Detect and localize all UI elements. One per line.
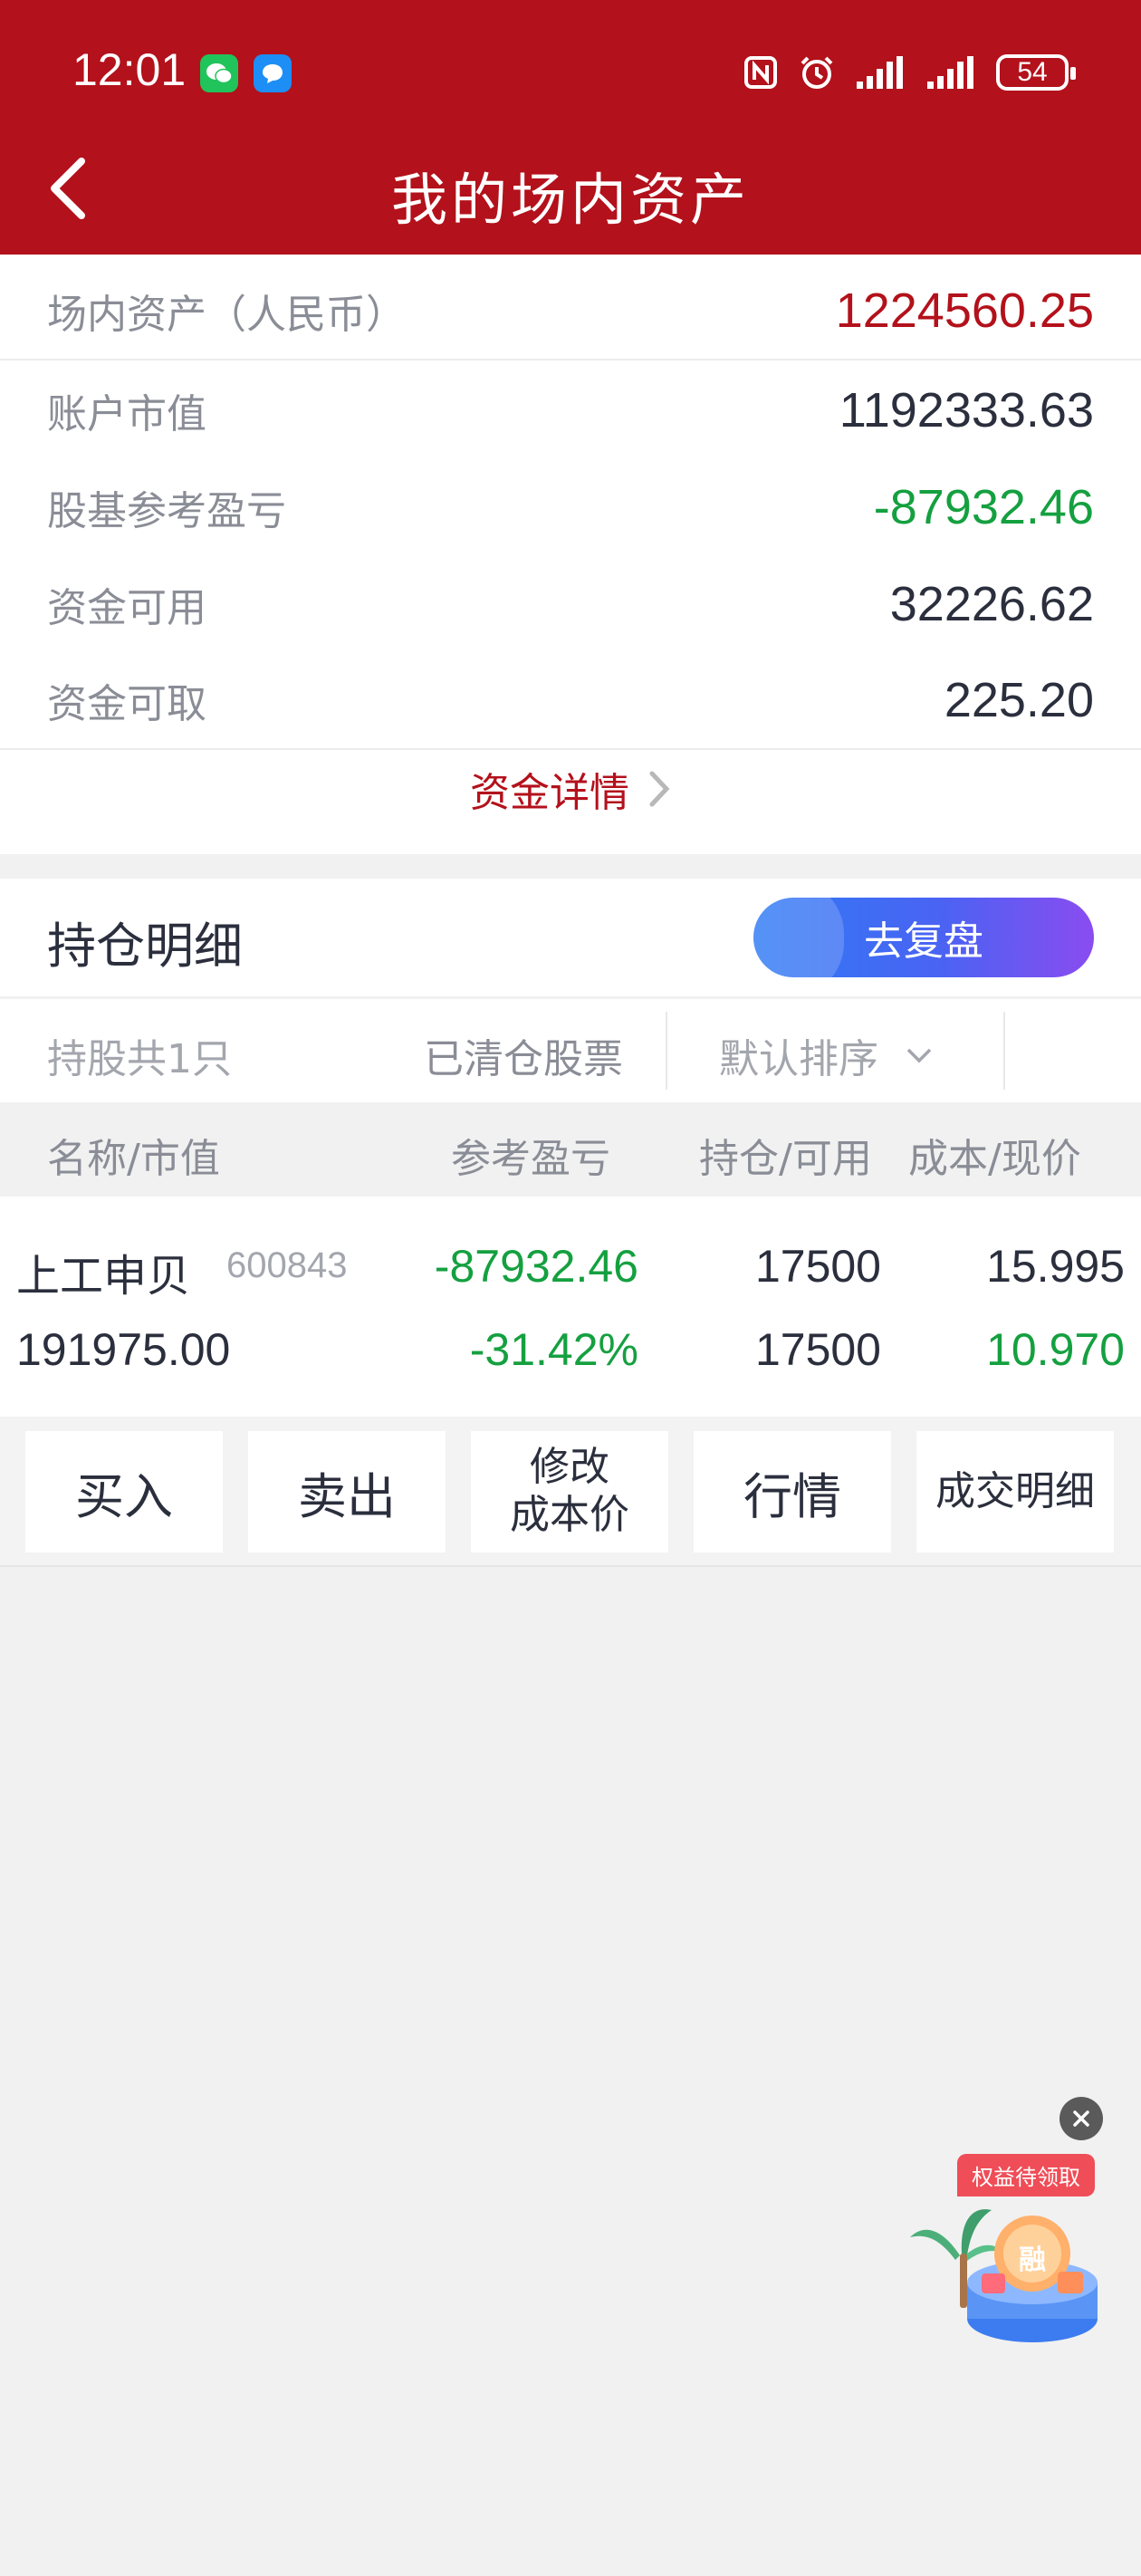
trade-detail-button[interactable]: 成交明细 [916,1431,1114,1552]
pnl-label: 股基参考盈亏 [47,488,286,534]
holdings-header: 持仓明细 去复盘 [0,879,1141,996]
holdings-table-header: 名称/市值 参考盈亏 持仓/可用 成本/现价 [0,1102,1141,1197]
battery-icon: 54 [996,54,1076,91]
market-value-row: 账户市值 1192333.63 [47,381,1094,439]
sort-dropdown[interactable]: 默认排序 [719,1026,933,1084]
column-header-cost: 成本/现价 [908,1136,1081,1182]
table-row[interactable]: 上工申贝 600843 191975.00 -87932.46 -31.42% … [0,1197,1141,1417]
withdrawable-funds-label: 资金可取 [47,681,206,727]
promo-widget[interactable]: 权益待领取 融 [906,2147,1114,2346]
stock-pnl: -87932.46 [434,1241,638,1292]
holdings-count: 持股共1只 [47,1036,232,1082]
quote-button[interactable]: 行情 [694,1431,891,1552]
column-header-pnl: 参考盈亏 [451,1136,610,1182]
market-value-label: 账户市值 [47,391,206,437]
fund-details-label: 资金详情 [470,770,629,816]
column-header-position: 持仓/可用 [699,1136,872,1182]
stock-actions: 买入 卖出 修改 成本价 行情 成交明细 [0,1417,1141,1567]
fund-details-link[interactable]: 资金详情 [0,748,1141,830]
pnl-value: -87932.46 [873,480,1094,534]
withdrawable-funds-value: 225.20 [944,673,1094,727]
sell-button[interactable]: 卖出 [248,1431,446,1552]
message-icon [254,54,292,92]
divider [0,359,1141,360]
signal-icon [857,56,903,89]
stock-pnl-percent: -31.42% [469,1324,638,1375]
status-icons: 54 [743,50,1076,95]
stock-market-value: 191975.00 [16,1324,231,1375]
top-bar: 12:01 54 我的场内资产 [0,0,1141,255]
holdings-title: 持仓明细 [47,918,243,975]
asset-summary-card: 场内资产（人民币） 1224560.25 账户市值 1192333.63 股基参… [0,255,1141,854]
stock-price: 10.970 [986,1324,1125,1375]
column-header-name: 名称/市值 [47,1136,220,1182]
total-assets-value: 1224560.25 [835,284,1094,338]
nfc-icon [744,56,777,89]
available-funds-label: 资金可用 [47,585,206,631]
market-value: 1192333.63 [839,383,1094,437]
stock-name: 上工申贝 [16,1251,191,1302]
withdrawable-funds-row: 资金可取 225.20 [47,671,1094,729]
modify-cost-button[interactable]: 修改 成本价 [471,1431,668,1552]
close-icon[interactable] [1060,2097,1103,2140]
pnl-row: 股基参考盈亏 -87932.46 [47,478,1094,536]
modify-cost-label-line1: 修改 [530,1444,609,1491]
stock-position: 17500 [754,1241,881,1292]
modify-cost-label-line2: 成本价 [510,1492,629,1538]
promo-badge-text: 融 [1019,2244,1046,2276]
review-button-label: 去复盘 [864,918,983,965]
page-title: 我的场内资产 [390,167,750,233]
review-button[interactable]: 去复盘 [753,898,1094,977]
chevron-right-icon [649,771,670,807]
signal-icon [927,56,973,89]
holdings-filter-bar: 持股共1只 已清仓股票 默认排序 [0,999,1141,1102]
available-funds-row: 资金可用 32226.62 [47,575,1094,633]
divider [1003,1012,1005,1090]
cleared-stocks-link[interactable]: 已清仓股票 [424,1026,623,1084]
wechat-icon [200,54,238,92]
buy-button[interactable]: 买入 [25,1431,223,1552]
divider [666,1012,667,1090]
total-assets-label: 场内资产（人民币） [47,292,406,338]
promo-tag: 权益待领取 [957,2154,1095,2196]
status-time: 12:01 [72,44,187,95]
battery-level: 54 [1017,57,1048,87]
sort-label: 默认排序 [719,1036,878,1082]
available-funds-value: 32226.62 [889,577,1094,631]
chevron-down-icon [906,1048,932,1063]
total-assets-row: 场内资产（人民币） 1224560.25 [47,282,1094,340]
stock-cost: 15.995 [986,1241,1125,1292]
alarm-icon [801,56,833,89]
stock-code: 600843 [226,1245,348,1285]
stock-available: 17500 [754,1324,881,1375]
